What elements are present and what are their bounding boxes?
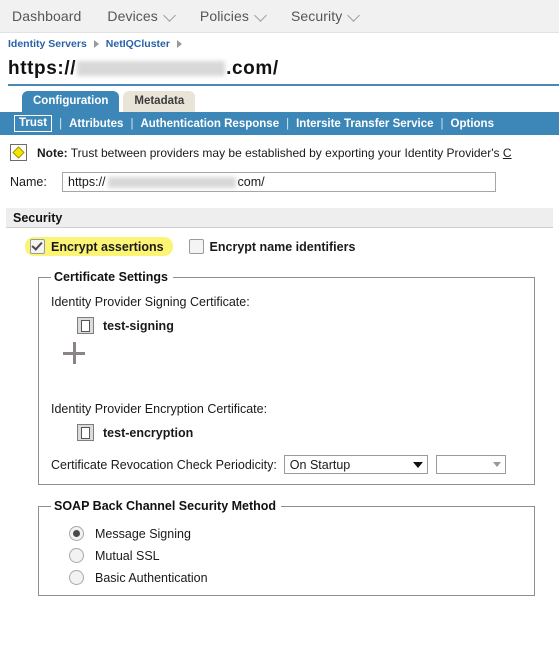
nav-item-dashboard-label: Dashboard (12, 8, 82, 24)
revocation-periodicity-label: Certificate Revocation Check Periodicity… (51, 457, 277, 472)
subnav-separator: | (440, 117, 444, 130)
page-title: https:// .com/ (8, 58, 279, 80)
tab-metadata[interactable]: Metadata (123, 91, 196, 112)
subnav-separator: | (130, 117, 134, 130)
radio-message-signing[interactable] (69, 526, 84, 541)
redacted-hostname (77, 61, 226, 77)
security-checkbox-row: Encrypt assertions Encrypt name identifi… (0, 237, 559, 256)
chevron-down-icon (254, 8, 267, 22)
nav-item-dashboard[interactable]: Dashboard (12, 8, 81, 24)
nav-item-policies[interactable]: Policies (199, 8, 267, 24)
signing-certificate-label: Identity Provider Signing Certificate: (51, 295, 250, 309)
revocation-periodicity-value: On Startup (289, 457, 351, 472)
certificate-settings-fieldset: Certificate Settings Identity Provider S… (38, 270, 535, 485)
note-body: Trust between providers may be establish… (67, 145, 503, 160)
encrypt-name-identifiers-label: Encrypt name identifiers (209, 239, 356, 254)
tab-configuration-label: Configuration (33, 95, 109, 107)
sub-navigation-bar: Trust | Attributes | Authentication Resp… (0, 112, 559, 135)
nav-item-devices[interactable]: Devices (107, 8, 176, 24)
soap-back-channel-fieldset: SOAP Back Channel Security Method Messag… (38, 499, 535, 596)
certificate-settings-legend: Certificate Settings (54, 270, 168, 284)
signing-certificate-name: test-signing (103, 318, 174, 333)
name-input-value-prefix: https:// (68, 175, 106, 189)
note-text: Note: Trust between providers may be est… (37, 146, 512, 160)
encrypt-assertions-label: Encrypt assertions (51, 239, 164, 254)
add-certificate-button[interactable] (63, 342, 87, 366)
note-banner: Note: Trust between providers may be est… (0, 135, 559, 170)
soap-back-channel-legend: SOAP Back Channel Security Method (54, 499, 277, 513)
note-link[interactable]: C (503, 146, 512, 160)
name-field-row: Name: https:// com/ (0, 172, 559, 192)
tab-configuration[interactable]: Configuration (22, 91, 120, 112)
chevron-down-icon (163, 8, 176, 22)
radio-basic-authentication[interactable] (69, 570, 84, 585)
radio-mutual-ssl-label: Mutual SSL (95, 548, 160, 563)
redacted-hostname (107, 176, 236, 188)
subnav-item-options[interactable]: Options (451, 118, 494, 130)
breadcrumb: Identity Servers NetIQCluster (0, 33, 559, 55)
subnav-separator: | (286, 117, 290, 130)
nav-item-security-label: Security (290, 8, 343, 24)
revocation-periodicity-row: Certificate Revocation Check Periodicity… (51, 455, 524, 474)
revocation-periodicity-select[interactable]: On Startup (283, 455, 428, 474)
signing-certificate-row[interactable]: test-signing (77, 317, 524, 334)
subnav-item-intersite-transfer-service[interactable]: Intersite Transfer Service (296, 118, 433, 130)
subnav-item-trust[interactable]: Trust (14, 115, 53, 132)
page-title-suffix: .com/ (226, 58, 279, 79)
note-prefix: Note: (37, 145, 68, 160)
subnav-item-attributes[interactable]: Attributes (69, 118, 123, 130)
certificate-icon (77, 317, 94, 334)
radio-basic-authentication-label: Basic Authentication (95, 570, 208, 585)
tab-metadata-label: Metadata (134, 95, 185, 107)
name-input-value-suffix: com/ (237, 175, 265, 189)
breadcrumb-separator-icon (93, 40, 99, 48)
tab-bar: Configuration Metadata (0, 91, 559, 112)
nav-item-devices-label: Devices (107, 8, 158, 24)
chevron-down-icon (492, 462, 501, 467)
encryption-certificate-label: Identity Provider Encryption Certificate… (51, 402, 268, 416)
name-field-label: Name: (10, 175, 47, 189)
breadcrumb-item-identity-servers[interactable]: Identity Servers (8, 38, 87, 50)
soap-option-mutual-ssl[interactable]: Mutual SSL (69, 548, 524, 563)
chevron-down-icon (412, 461, 423, 468)
section-header-security: Security (6, 208, 553, 228)
breadcrumb-separator-icon (176, 40, 182, 48)
page-title-container: https:// .com/ (0, 55, 559, 80)
subnav-separator: | (59, 117, 63, 130)
nav-item-policies-label: Policies (199, 8, 249, 24)
encrypt-assertions-highlight: Encrypt assertions (25, 237, 173, 256)
name-input[interactable]: https:// com/ (62, 172, 496, 192)
nav-item-security[interactable]: Security (290, 8, 361, 24)
soap-option-basic-authentication[interactable]: Basic Authentication (69, 570, 524, 585)
encrypt-name-identifiers-checkbox[interactable] (188, 239, 204, 254)
info-diamond-icon (10, 144, 27, 161)
title-underline-divider (8, 84, 559, 86)
encryption-certificate-row[interactable]: test-encryption (77, 424, 524, 441)
certificate-icon (77, 424, 94, 441)
breadcrumb-item-netiqcluster[interactable]: NetIQCluster (106, 38, 170, 50)
radio-message-signing-label: Message Signing (95, 526, 191, 541)
chevron-down-icon (347, 8, 361, 22)
radio-mutual-ssl[interactable] (69, 548, 84, 563)
encryption-certificate-name: test-encryption (103, 425, 194, 440)
soap-option-message-signing[interactable]: Message Signing (69, 526, 524, 541)
encrypt-assertions-checkbox[interactable] (30, 239, 45, 254)
revocation-periodicity-secondary-select[interactable] (435, 455, 506, 474)
subnav-item-authentication-response[interactable]: Authentication Response (140, 118, 279, 130)
page-title-prefix: https:// (8, 58, 77, 79)
section-header-security-label: Security (13, 210, 63, 225)
top-navigation-bar: Dashboard Devices Policies Security (0, 0, 559, 33)
